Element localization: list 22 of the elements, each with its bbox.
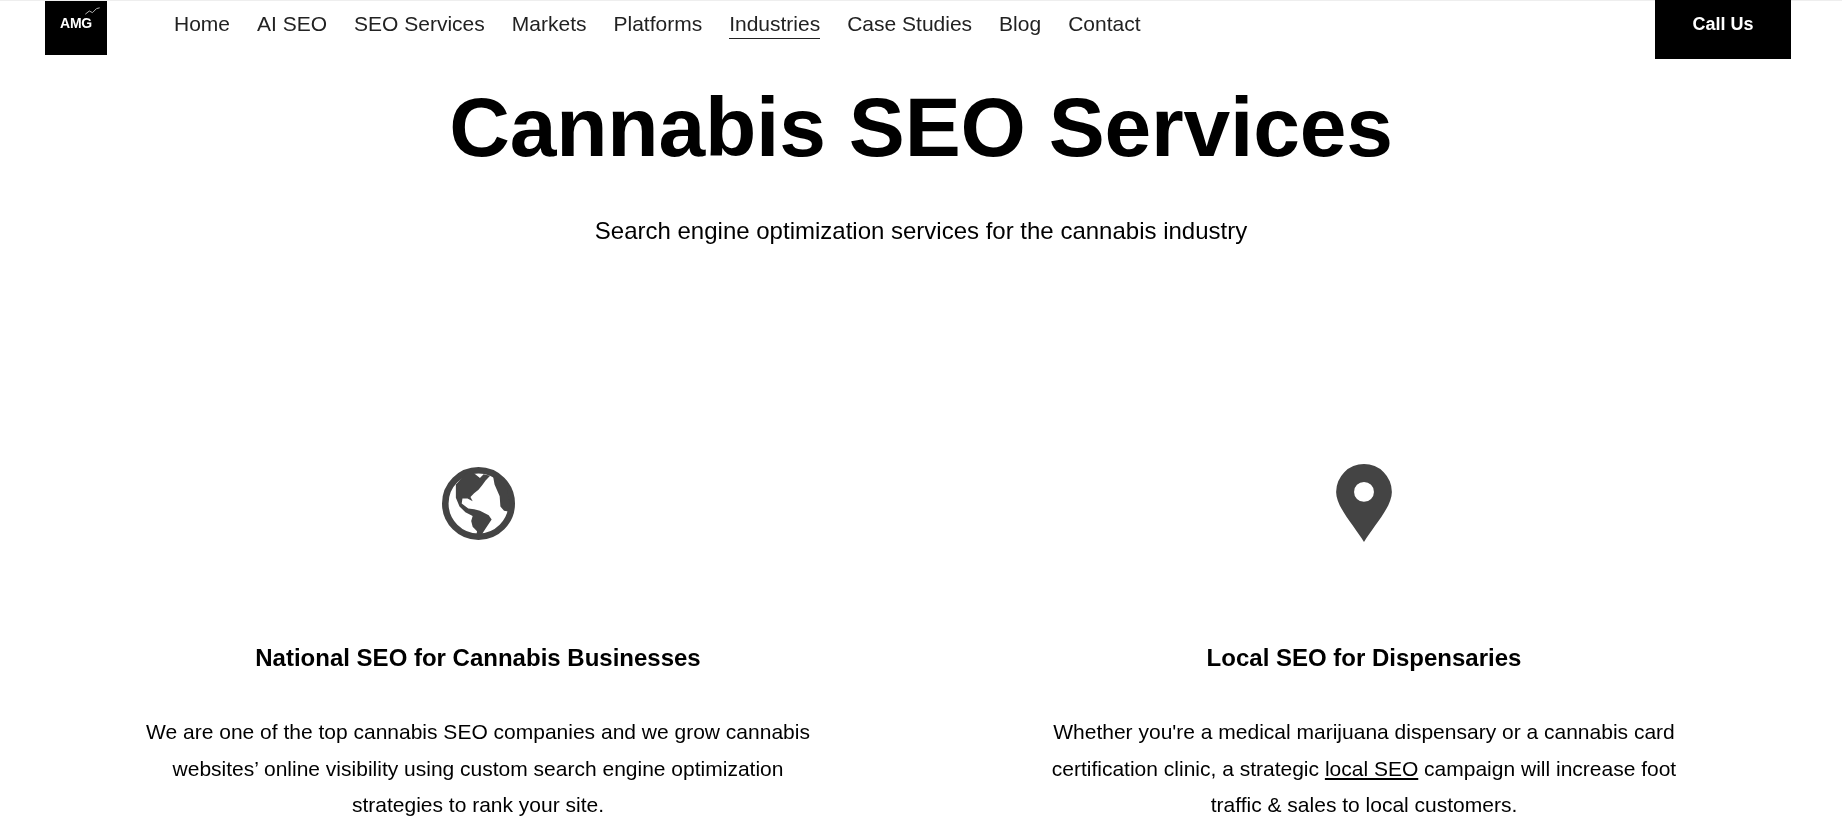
nav-link[interactable]: Platforms [613,11,703,39]
logo-text: AMG [60,16,92,30]
feature-description: Whether you're a medical marijuana dispensary or a cannabis card certification clinic, a strategic local SEO campaign will increase foot traffic & sales to local customers. [1050,719,1678,818]
nav-link[interactable]: Industries [729,11,821,39]
nav-link[interactable]: Markets [511,11,587,39]
nav-link[interactable]: Home [174,11,231,39]
nav-link[interactable]: Case Studies [847,11,973,39]
location-pin-icon [1336,464,1392,542]
nav-link[interactable]: Blog [999,11,1042,39]
page-title: Cannabis SEO Services [448,85,1394,169]
feature-title: National SEO for Cannabis Businesses [255,643,701,673]
feature-title: Local SEO for Dispensaries [1206,643,1522,673]
page-subtitle: Search engine optimization services for the cannabis industry [593,217,1249,245]
trend-line-icon [84,7,101,15]
call-us-button[interactable]: Call Us [1655,0,1791,59]
globe-icon [441,466,515,540]
local-seo-link[interactable]: local SEO [1324,756,1419,780]
nav-link[interactable]: Contact [1068,11,1141,39]
nav-link[interactable]: AI SEO [257,11,328,39]
nav-link[interactable]: SEO Services [354,11,485,39]
logo[interactable]: AMG [45,1,107,55]
feature-description: We are one of the top cannabis SEO companies and we grow cannabis websites’ online visibility using custom search engine optimization strategies to rank your site. [145,719,811,818]
